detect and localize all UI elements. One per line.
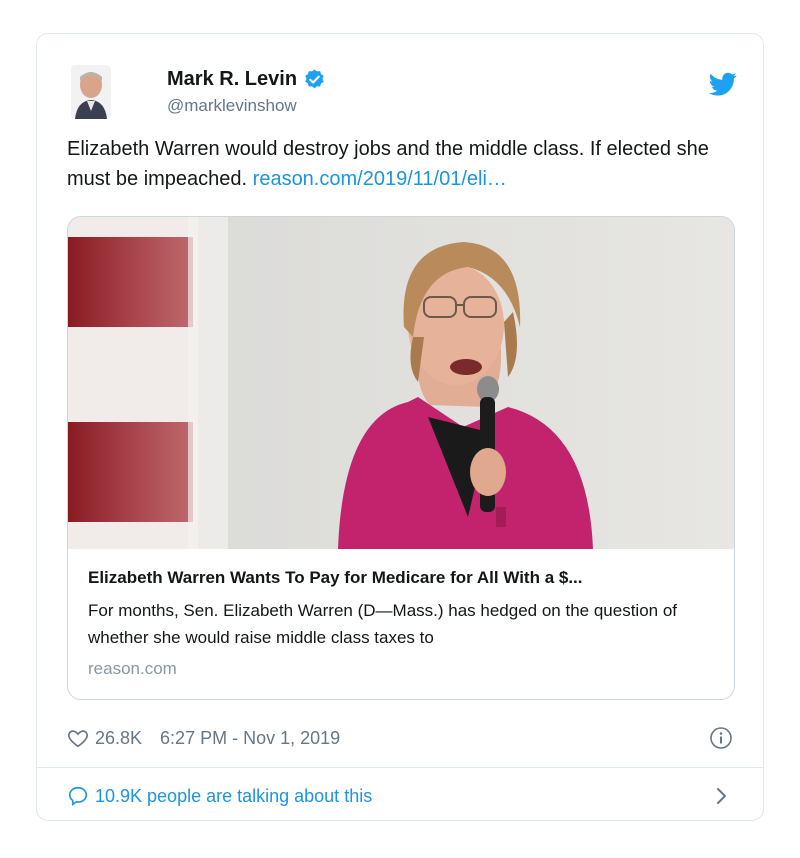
- heart-icon[interactable]: [67, 727, 89, 749]
- tweet-card: Mark R. Levin @marklevinshow Elizabeth W…: [36, 33, 764, 821]
- tweet-timestamp[interactable]: 6:27 PM - Nov 1, 2019: [160, 728, 340, 749]
- author-handle[interactable]: @marklevinshow: [167, 96, 297, 116]
- avatar-image: [71, 65, 111, 119]
- twitter-bird-icon[interactable]: [709, 70, 737, 98]
- conversation-link[interactable]: 10.9K people are talking about this: [67, 782, 733, 810]
- tweet-header: Mark R. Levin @marklevinshow: [71, 60, 737, 120]
- link-card-domain: reason.com: [88, 659, 177, 678]
- tweet-link[interactable]: reason.com/2019/11/01/eli…: [253, 168, 507, 190]
- link-card[interactable]: Elizabeth Warren Wants To Pay for Medica…: [67, 216, 735, 700]
- divider: [37, 767, 763, 768]
- chevron-right-icon[interactable]: [709, 784, 733, 808]
- tweet-meta: 26.8K 6:27 PM - Nov 1, 2019: [67, 724, 733, 752]
- author-name[interactable]: Mark R. Levin: [167, 68, 297, 91]
- news-photo: [68, 217, 734, 549]
- author-name-row: Mark R. Levin: [167, 68, 326, 91]
- link-card-title: Elizabeth Warren Wants To Pay for Medica…: [88, 568, 583, 587]
- link-card-body: Elizabeth Warren Wants To Pay for Medica…: [88, 567, 716, 679]
- conversation-count[interactable]: 10.9K people are talking about this: [95, 786, 372, 807]
- info-icon[interactable]: [709, 726, 733, 750]
- author-avatar[interactable]: [71, 65, 111, 119]
- link-card-description: For months, Sen. Elizabeth Warren (D—Mas…: [88, 601, 677, 647]
- speech-bubble-icon: [68, 786, 88, 806]
- like-count[interactable]: 26.8K: [95, 728, 142, 749]
- verified-badge-icon: [305, 69, 324, 89]
- tweet-text: Elizabeth Warren would destroy jobs and …: [67, 134, 727, 194]
